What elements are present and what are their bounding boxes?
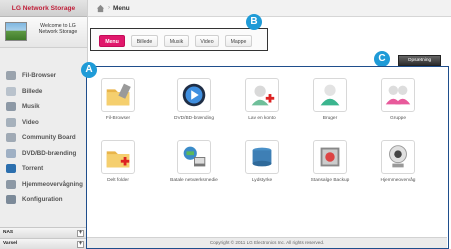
video-icon (6, 117, 16, 127)
shared-folder-icon (101, 140, 135, 174)
app-tile[interactable]: Lydstyrke (237, 140, 287, 184)
webcam-icon (381, 140, 415, 174)
disc-icon (6, 148, 16, 158)
app-label: Fil-Browser (105, 116, 131, 121)
sidebar-item[interactable]: DVD/BD-brænding (0, 146, 87, 162)
expand-icon[interactable]: + (77, 230, 84, 237)
app-tile[interactable]: Hjemmeovervåg (373, 140, 423, 184)
expand-icon[interactable]: + (77, 241, 84, 248)
app-window: LG Network Storage Welcome to LG Network… (0, 0, 451, 249)
backup-icon (313, 140, 347, 174)
sidebar-item[interactable]: Hjemmeovervågning (0, 177, 87, 193)
welcome-panel: Welcome to LG Network Storage (0, 17, 87, 48)
sidebar-item-label: Torrent (22, 165, 44, 172)
welcome-text: Welcome to LG Network Storage (38, 23, 78, 36)
user-icon (313, 78, 347, 112)
sidebar-item-label: Community Board (22, 134, 76, 141)
app-label: Lydstyrke (251, 178, 273, 183)
music-icon (6, 102, 16, 111)
home-icon[interactable] (96, 4, 105, 13)
breadcrumb: Menu (113, 5, 130, 12)
app-tile[interactable]: Gruppe (373, 78, 423, 122)
tab-musik[interactable]: Musik (164, 35, 189, 47)
tab-video[interactable]: Video (195, 35, 219, 47)
volume-icon (245, 140, 279, 174)
badge-b: B (246, 14, 262, 30)
app-tile[interactable]: Lav en konto (237, 78, 287, 122)
nas-panel[interactable]: NAS + (0, 227, 88, 238)
folder-icon (101, 78, 135, 112)
sidebar-bottom: NAS + Varsel + (0, 227, 88, 249)
sidebar-item[interactable]: Fil-Browser (0, 68, 87, 84)
app-tile[interactable]: Delt folder (93, 140, 143, 184)
app-tile[interactable]: DVD/BD-brænding (169, 78, 219, 122)
sidebar-item-label: Video (22, 118, 39, 126)
tab-menu[interactable]: Menu (99, 35, 125, 47)
folder-icon (6, 71, 16, 80)
setup-button[interactable]: Opsætning (398, 55, 441, 66)
disc-burn-icon (177, 78, 211, 112)
app-label: Lav en konto (248, 116, 276, 121)
nas-label: NAS (3, 230, 14, 235)
breadcrumb-separator: › (108, 5, 110, 11)
tab-bar: Menu Billede Musik Video Mappe (90, 28, 268, 51)
sidebar-item[interactable]: Torrent (0, 161, 87, 177)
welcome-thumbnail (5, 22, 27, 41)
sidebar-item[interactable]: Video (0, 115, 87, 131)
app-tile[interactable]: Stansalge Backup (305, 140, 355, 184)
sidebar-item-label: Hjemmeovervågning (22, 180, 83, 188)
tab-mappe[interactable]: Mappe (225, 35, 252, 47)
sidebar-item-label: Musik (22, 103, 40, 110)
badge-a: A (81, 62, 97, 78)
app-label: Stansalge Backup (310, 178, 350, 183)
alert-label: Varsel (3, 241, 18, 246)
sidebar-item-label: Fil-Browser (22, 72, 57, 79)
app-label: DVD/BD-brænding (174, 116, 214, 121)
app-tile[interactable]: Batale netværksmedie (169, 140, 219, 184)
add-user-icon (245, 78, 279, 112)
sidebar-item[interactable]: Community Board (0, 130, 87, 146)
app-label: Batale netværksmedie (170, 178, 218, 183)
app-tile[interactable]: Fil-Browser (93, 78, 143, 122)
camera-icon (6, 179, 16, 189)
badge-c: C (374, 51, 390, 67)
brand-title: LG Network Storage (0, 0, 87, 17)
main-content: Fil-Browser DVD/BD-brænding Lav en konto Br… (86, 67, 449, 249)
app-tile[interactable]: Bruger (305, 78, 355, 122)
tab-billede[interactable]: Billede (131, 35, 158, 47)
app-label: Delt folder (107, 178, 129, 183)
app-label: Bruger (322, 116, 338, 121)
alert-panel[interactable]: Varsel + (0, 238, 88, 249)
sidebar-item-label: Konfiguration (22, 196, 63, 203)
community-icon (6, 133, 16, 142)
sidebar-item[interactable]: Billede (0, 84, 87, 100)
app-label: Hjemmeovervåg (380, 178, 416, 183)
sidebar-item-label: Billede (22, 87, 43, 95)
top-bar: › Menu (88, 0, 451, 17)
sidebar-item[interactable]: Musik (0, 99, 87, 115)
image-icon (6, 86, 16, 96)
torrent-icon (6, 164, 16, 173)
sidebar-item-label: DVD/BD-brænding (22, 149, 77, 157)
sidebar-menu: Fil-Browser Billede Musik Video Community Bo… (0, 48, 87, 208)
copyright-footer: Copyright © 2011 LG Electronics Inc. All… (87, 237, 447, 248)
settings-icon (6, 195, 16, 204)
group-icon (381, 78, 415, 112)
sidebar-item[interactable]: Konfiguration (0, 192, 87, 208)
network-media-icon (177, 140, 211, 174)
sidebar: LG Network Storage Welcome to LG Network… (0, 0, 88, 249)
app-label: Gruppe (390, 116, 406, 121)
